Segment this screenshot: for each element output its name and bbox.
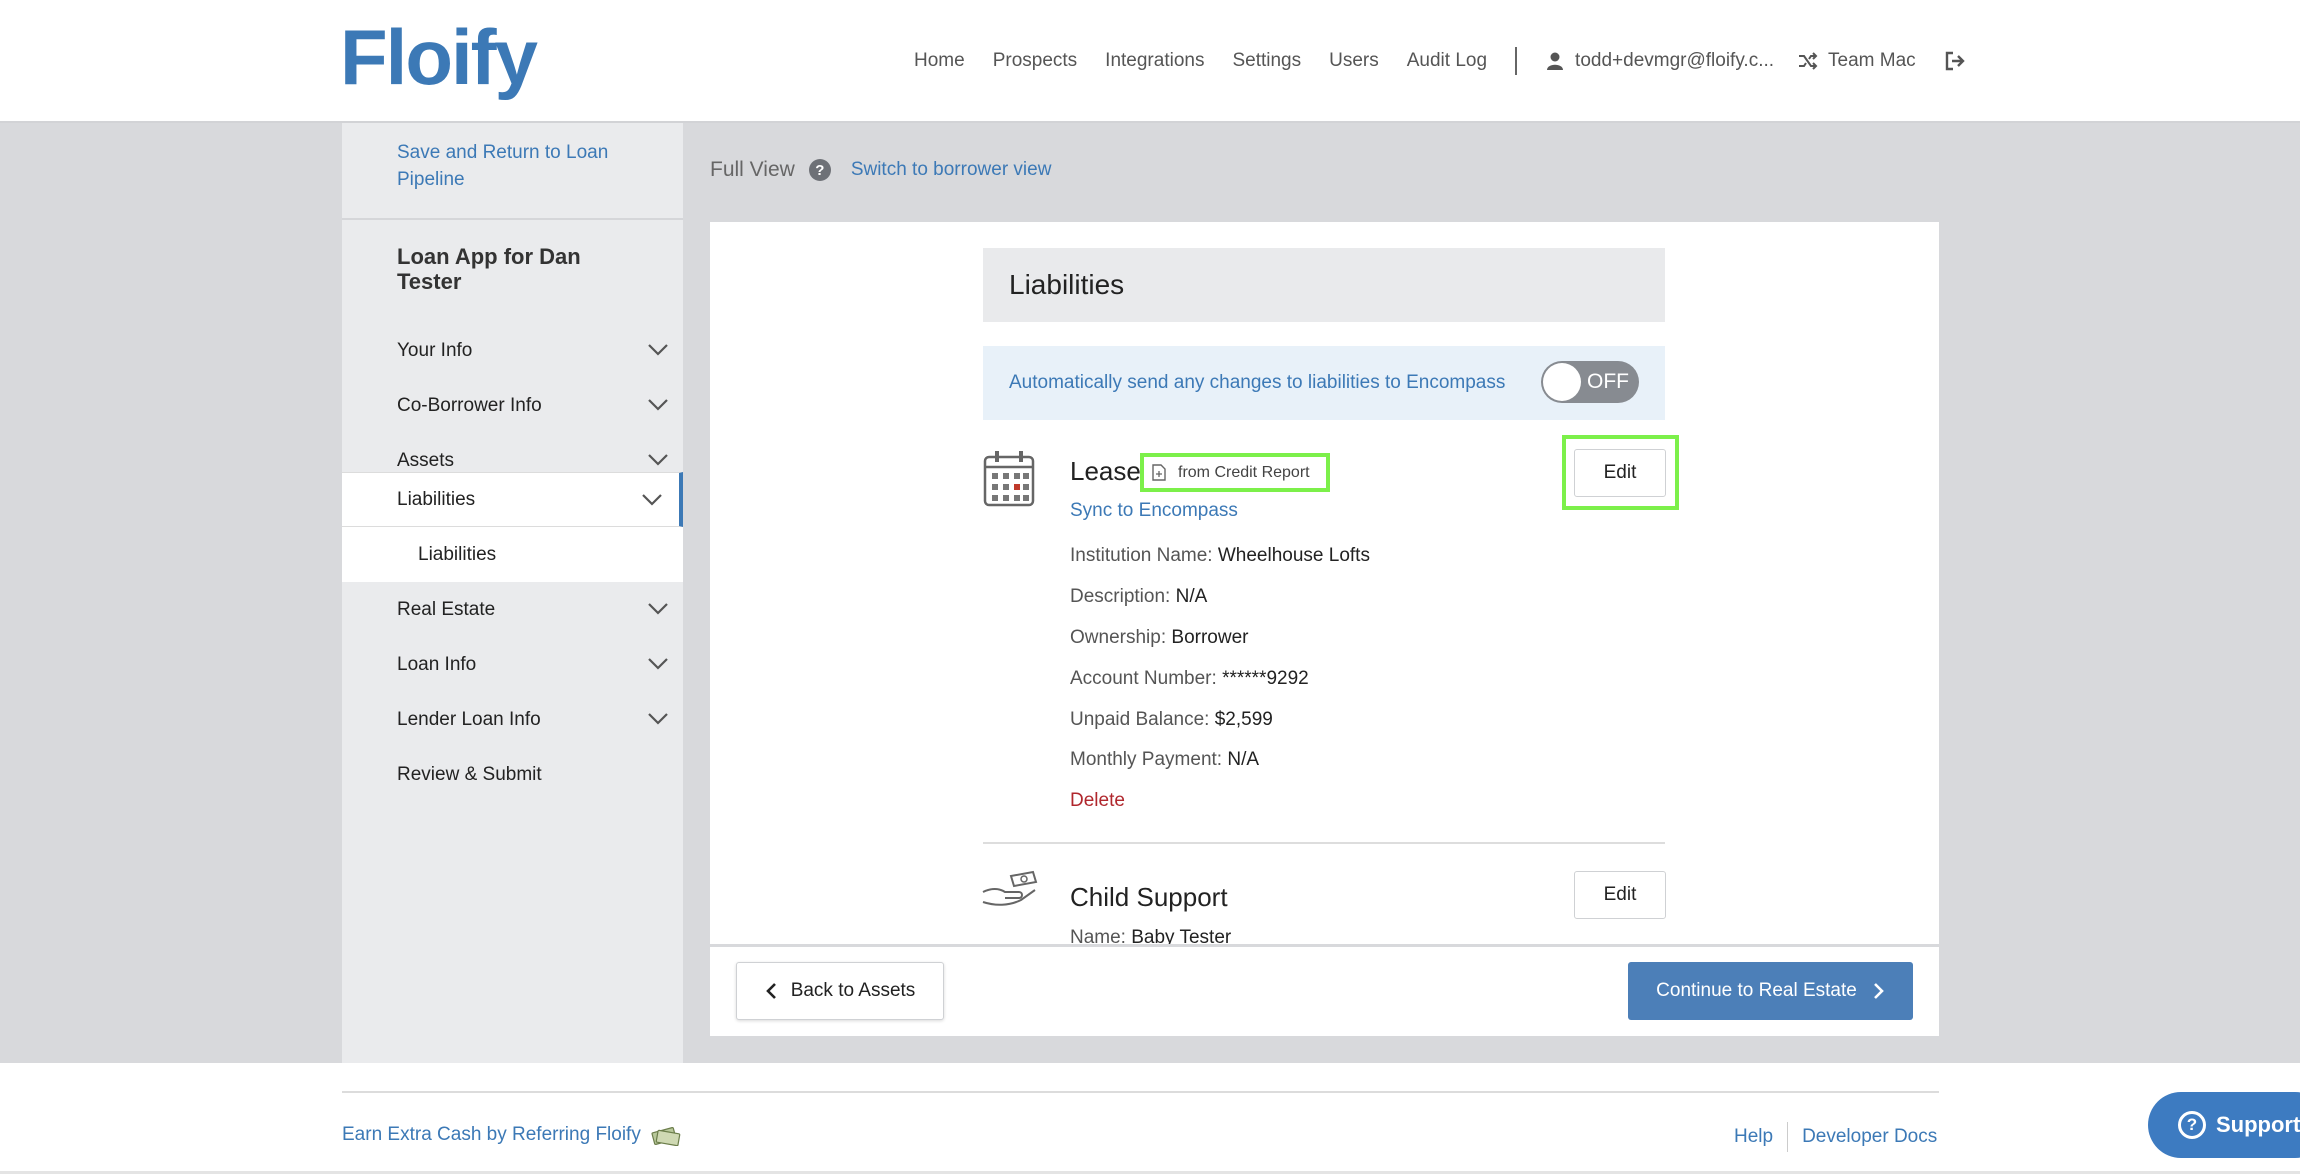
sidebar-item-loan-info[interactable]: Loan Info (342, 637, 683, 692)
sidebar-item-real-estate[interactable]: Real Estate (342, 582, 683, 637)
sidebar: Save and Return to Loan Pipeline Loan Ap… (342, 123, 683, 1063)
liability-title-lease: Lease (1070, 456, 1141, 486)
field-account-number: Account Number: ******9292 (1070, 668, 1309, 689)
floify-logo[interactable]: Floify (340, 12, 538, 102)
team-switcher[interactable]: Team Mac (1798, 50, 1916, 72)
question-icon: ? (2178, 1111, 2206, 1139)
referral-link[interactable]: Earn Extra Cash by Referring Floify (342, 1124, 681, 1146)
chevron-down-icon (648, 399, 668, 411)
sidebar-item-lender-loan-info[interactable]: Lender Loan Info (342, 692, 683, 747)
continue-real-estate-button[interactable]: Continue to Real Estate (1628, 962, 1913, 1020)
sidebar-item-liabilities[interactable]: Liabilities (342, 472, 683, 527)
view-mode-bar: Full View ? Switch to borrower view (710, 158, 1051, 182)
user-icon (1547, 52, 1564, 70)
logout-icon[interactable] (1944, 50, 1966, 72)
autosend-text: Automatically send any changes to liabil… (1009, 372, 1506, 393)
sidebar-item-label: Your Info (397, 339, 473, 361)
chevron-right-icon (1873, 983, 1884, 999)
section-title: Liabilities (983, 248, 1665, 322)
autosend-toggle[interactable]: OFF (1541, 361, 1639, 403)
top-navbar: Floify Home Prospects Integrations Setti… (0, 0, 2300, 123)
credit-report-badge: from Credit Report (1140, 453, 1330, 492)
toggle-label: OFF (1587, 370, 1629, 393)
field-name: Name: Baby Tester (1070, 927, 1232, 944)
switch-borrower-view-link[interactable]: Switch to borrower view (851, 159, 1052, 181)
sidebar-item-label: Liabilities (397, 488, 476, 510)
sidebar-item-label: Co-Borrower Info (397, 394, 542, 416)
continue-button-label: Continue to Real Estate (1656, 980, 1857, 1001)
chevron-down-icon (642, 494, 662, 506)
sidebar-subitem-liabilities[interactable]: Liabilities (342, 527, 683, 582)
team-name: Team Mac (1828, 50, 1916, 71)
delete-lease-link[interactable]: Delete (1070, 790, 1125, 812)
main-nav: Home Prospects Integrations Settings Use… (914, 44, 1966, 78)
autosend-banner: Automatically send any changes to liabil… (983, 346, 1665, 420)
sidebar-divider (342, 218, 683, 220)
calendar-icon (983, 451, 1035, 507)
sidebar-item-your-info[interactable]: Your Info (342, 323, 683, 378)
field-description: Description: N/A (1070, 586, 1208, 607)
badge-label: from Credit Report (1178, 463, 1310, 481)
help-link[interactable]: Help (1734, 1126, 1773, 1148)
footer-divider (342, 1091, 1939, 1093)
nav-prospects[interactable]: Prospects (993, 50, 1077, 72)
chevron-down-icon (648, 713, 668, 725)
sync-encompass-link[interactable]: Sync to Encompass (1070, 500, 1238, 522)
nav-divider (1515, 47, 1518, 75)
chevron-down-icon (648, 603, 668, 615)
sidebar-item-label: Loan Info (397, 653, 477, 675)
sidebar-item-label: Assets (397, 449, 455, 471)
nav-audit-log[interactable]: Audit Log (1407, 50, 1487, 72)
sidebar-item-review-submit[interactable]: Review & Submit (342, 747, 683, 802)
help-icon[interactable]: ? (808, 159, 831, 181)
chevron-left-icon (765, 983, 776, 999)
chevron-down-icon (648, 454, 668, 466)
user-menu[interactable]: todd+devmgr@floify.c... (1545, 50, 1774, 72)
sidebar-item-label: Lender Loan Info (397, 708, 541, 730)
user-email: todd+devmgr@floify.c... (1575, 50, 1775, 71)
sidebar-item-co-borrower-info[interactable]: Co-Borrower Info (342, 378, 683, 433)
view-label: Full View (710, 158, 795, 181)
document-icon (1152, 464, 1166, 481)
sidebar-title: Loan App for Dan Tester (397, 244, 581, 294)
field-ownership: Ownership: Borrower (1070, 627, 1249, 648)
field-monthly-payment: Monthly Payment: N/A (1070, 749, 1260, 770)
liability-title-child-support: Child Support (1070, 882, 1228, 912)
toggle-knob (1543, 363, 1581, 401)
referral-label: Earn Extra Cash by Referring Floify (342, 1124, 641, 1145)
sidebar-subitem-label: Liabilities (418, 543, 497, 565)
shuffle-icon (1799, 52, 1818, 70)
chevron-down-icon (648, 658, 668, 670)
developer-docs-link[interactable]: Developer Docs (1802, 1126, 1937, 1148)
support-label: Support (2216, 1112, 2300, 1137)
nav-integrations[interactable]: Integrations (1105, 50, 1204, 72)
sidebar-item-label: Real Estate (397, 598, 496, 620)
footer-link-divider (1787, 1122, 1789, 1152)
back-button-label: Back to Assets (790, 980, 916, 1001)
nav-settings[interactable]: Settings (1232, 50, 1301, 72)
save-return-link[interactable]: Save and Return to Loan Pipeline (397, 139, 647, 193)
footer-links: Help Developer Docs (1734, 1122, 1937, 1152)
edit-child-support-button[interactable]: Edit (1574, 871, 1666, 919)
liabilities-scroll-area[interactable]: Liabilities Automatically send any chang… (710, 222, 1939, 944)
back-to-assets-button[interactable]: Back to Assets (736, 962, 944, 1020)
chevron-down-icon (648, 344, 668, 356)
field-institution-name: Institution Name: Wheelhouse Lofts (1070, 545, 1370, 566)
support-button[interactable]: ? Support (2148, 1092, 2300, 1158)
edit-lease-button[interactable]: Edit (1574, 449, 1666, 497)
nav-users[interactable]: Users (1329, 50, 1379, 72)
hand-money-icon (982, 870, 1038, 906)
item-divider (983, 842, 1665, 844)
money-icon (651, 1126, 681, 1146)
field-unpaid-balance: Unpaid Balance: $2,599 (1070, 709, 1273, 730)
sidebar-item-label: Review & Submit (397, 763, 542, 785)
card-footer: Back to Assets Continue to Real Estate (710, 944, 1939, 1036)
nav-home[interactable]: Home (914, 50, 965, 72)
liabilities-card: Liabilities Automatically send any chang… (710, 222, 1939, 1036)
